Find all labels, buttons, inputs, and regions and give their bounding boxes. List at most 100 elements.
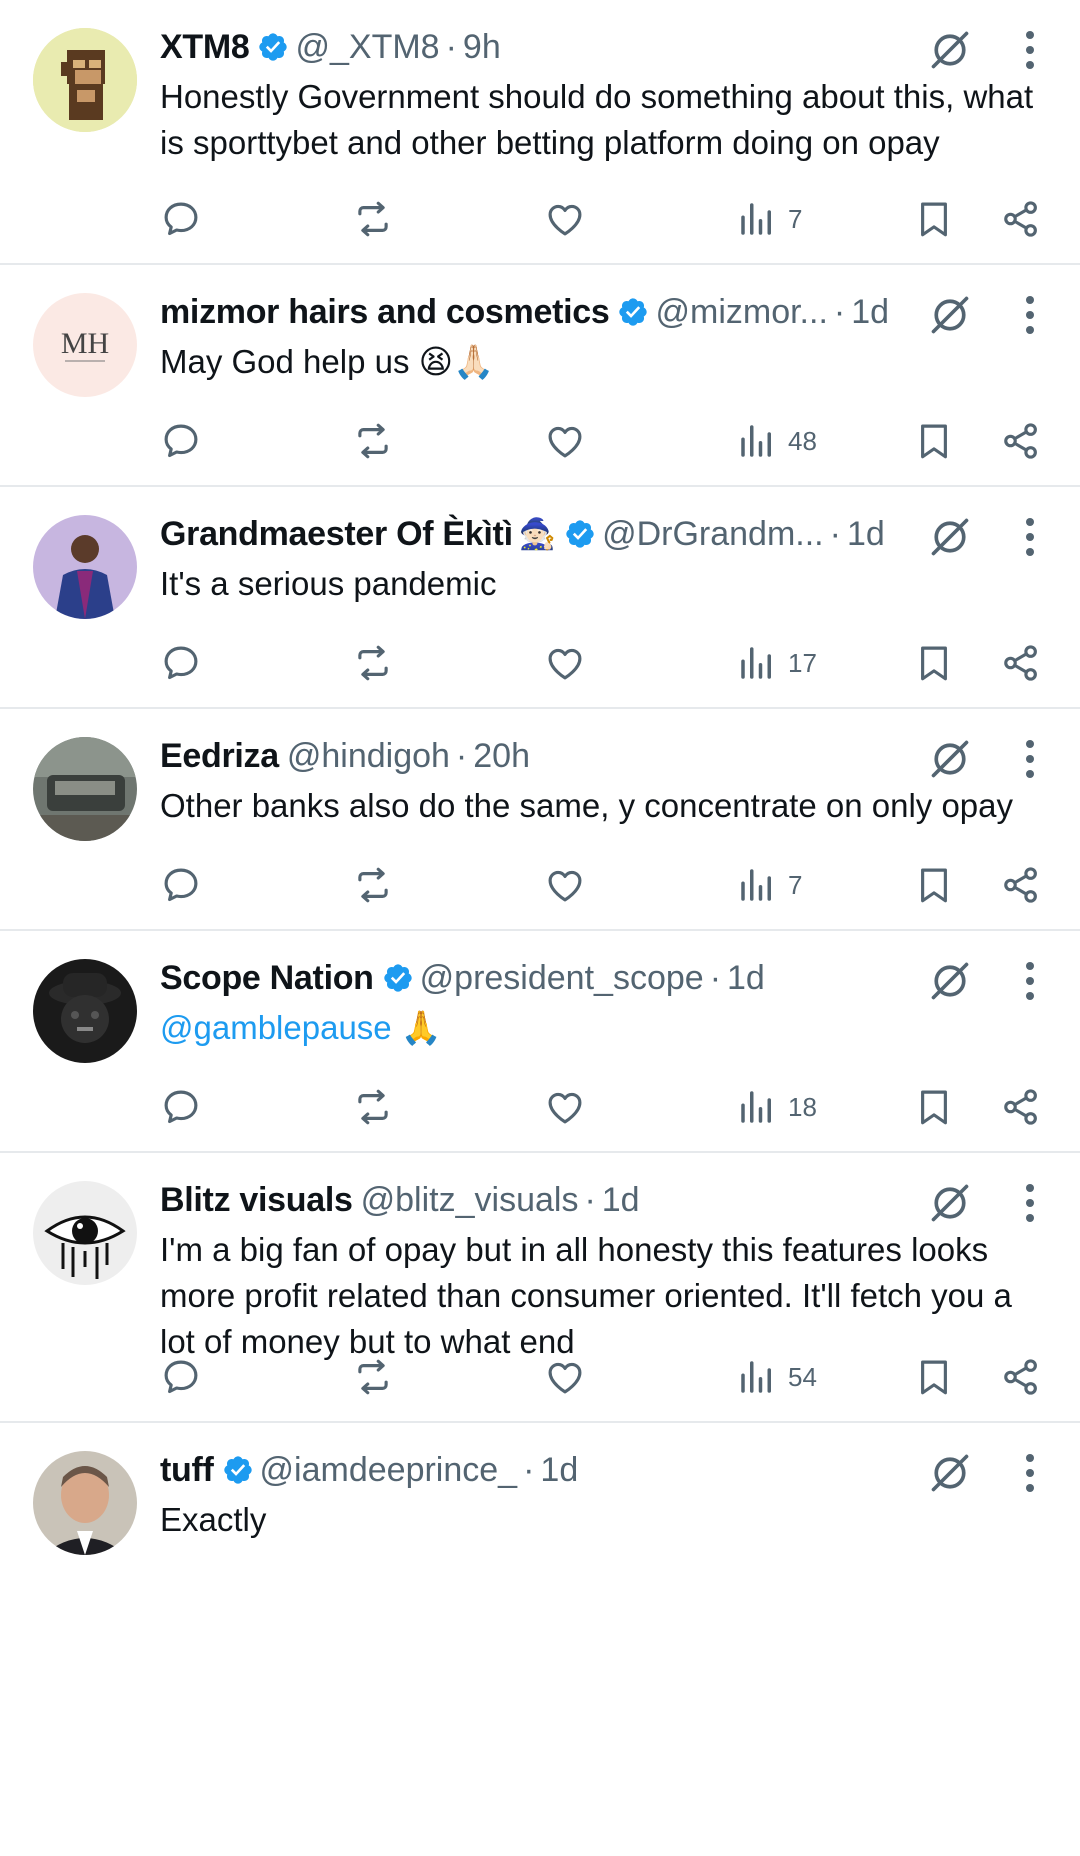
more-icon[interactable] — [1024, 517, 1036, 557]
views-button[interactable]: 18 — [736, 1085, 817, 1129]
reply-icon — [160, 1086, 202, 1128]
author-handle[interactable]: @mizmor... — [655, 293, 827, 332]
tweet[interactable]: tuff @iamdeeprince_ · 1d Exactly — [0, 1423, 1080, 1587]
grok-icon[interactable] — [928, 293, 972, 337]
tweet[interactable]: Eedriza @hindigoh · 20h Other banks also… — [0, 709, 1080, 931]
grok-icon[interactable] — [928, 959, 972, 1003]
tweet-text: Honestly Government should do something … — [160, 78, 1034, 161]
avatar[interactable] — [33, 959, 137, 1063]
bookmark-icon — [913, 864, 955, 906]
verified-badge-icon — [617, 296, 649, 328]
views-count: 17 — [788, 647, 817, 678]
reply-button[interactable] — [160, 1085, 202, 1129]
avatar[interactable] — [33, 1451, 137, 1555]
reply-button[interactable] — [160, 863, 202, 907]
more-icon[interactable] — [1024, 961, 1036, 1001]
timestamp[interactable]: 9h — [463, 28, 501, 67]
tweet[interactable]: Grandmaester Of Èkìtì 🧙🏻 @DrGrandm... · … — [0, 487, 1080, 709]
timestamp[interactable]: 20h — [473, 737, 530, 776]
grok-icon[interactable] — [928, 515, 972, 559]
like-button[interactable] — [544, 197, 586, 241]
retweet-button[interactable] — [352, 1085, 394, 1129]
more-icon[interactable] — [1024, 295, 1036, 335]
share-button[interactable] — [1000, 197, 1042, 241]
author-name[interactable]: Scope Nation — [160, 959, 374, 998]
tweet-text: It's a serious pandemic — [160, 565, 497, 602]
retweet-icon — [352, 420, 394, 462]
separator: · — [584, 1180, 596, 1219]
bookmark-button[interactable] — [913, 419, 955, 463]
retweet-icon — [352, 198, 394, 240]
tweet[interactable]: XTM8 @_XTM8 · 9h Honestly Government sho… — [0, 0, 1080, 265]
avatar[interactable] — [33, 28, 137, 132]
author-handle[interactable]: @_XTM8 — [295, 28, 439, 67]
mention-link[interactable]: @gamblepause — [160, 1009, 392, 1046]
views-icon — [736, 198, 778, 240]
avatar[interactable] — [33, 1181, 137, 1285]
share-button[interactable] — [1000, 641, 1042, 685]
timestamp[interactable]: 1d — [847, 515, 885, 554]
avatar[interactable] — [33, 737, 137, 841]
share-button[interactable] — [1000, 863, 1042, 907]
author-name[interactable]: XTM8 — [160, 28, 250, 67]
author-handle[interactable]: @hindigoh — [287, 737, 450, 776]
like-button[interactable] — [544, 419, 586, 463]
like-button[interactable] — [544, 641, 586, 685]
author-handle[interactable]: @iamdeeprince_ — [260, 1451, 518, 1490]
share-button[interactable] — [1000, 1085, 1042, 1129]
reply-button[interactable] — [160, 641, 202, 685]
tweet[interactable]: Scope Nation @president_scope · 1d @gamb… — [0, 931, 1080, 1153]
share-button[interactable] — [1000, 1355, 1042, 1399]
retweet-button[interactable] — [352, 863, 394, 907]
bookmark-button[interactable] — [913, 197, 955, 241]
author-name[interactable]: mizmor hairs and cosmetics — [160, 293, 610, 332]
timestamp[interactable]: 1d — [727, 959, 765, 998]
retweet-icon — [352, 864, 394, 906]
share-button[interactable] — [1000, 419, 1042, 463]
like-button[interactable] — [544, 863, 586, 907]
like-button[interactable] — [544, 1085, 586, 1129]
like-button[interactable] — [544, 1355, 586, 1399]
retweet-icon — [352, 1356, 394, 1398]
author-name[interactable]: Eedriza — [160, 737, 279, 776]
bookmark-button[interactable] — [913, 863, 955, 907]
avatar[interactable]: MH — [33, 293, 137, 397]
retweet-button[interactable] — [352, 197, 394, 241]
more-icon[interactable] — [1024, 1183, 1036, 1223]
views-button[interactable]: 54 — [736, 1355, 817, 1399]
bookmark-icon — [913, 642, 955, 684]
reply-button[interactable] — [160, 1355, 202, 1399]
more-icon[interactable] — [1024, 30, 1036, 70]
timestamp[interactable]: 1d — [851, 293, 889, 332]
more-icon[interactable] — [1024, 739, 1036, 779]
avatar[interactable] — [33, 515, 137, 619]
timestamp[interactable]: 1d — [540, 1451, 578, 1490]
tweet[interactable]: MH mizmor hairs and cosmetics @mizmor...… — [0, 265, 1080, 487]
retweet-button[interactable] — [352, 419, 394, 463]
retweet-button[interactable] — [352, 641, 394, 685]
author-name[interactable]: Blitz visuals — [160, 1181, 353, 1220]
grok-icon[interactable] — [928, 1451, 972, 1495]
reply-button[interactable] — [160, 197, 202, 241]
views-button[interactable]: 7 — [736, 863, 802, 907]
bookmark-button[interactable] — [913, 1355, 955, 1399]
views-button[interactable]: 17 — [736, 641, 817, 685]
author-handle[interactable]: @blitz_visuals — [361, 1181, 579, 1220]
timestamp[interactable]: 1d — [602, 1181, 640, 1220]
grok-icon[interactable] — [928, 737, 972, 781]
author-handle[interactable]: @DrGrandm... — [602, 515, 824, 554]
reply-button[interactable] — [160, 419, 202, 463]
grok-icon[interactable] — [928, 28, 972, 72]
more-icon[interactable] — [1024, 1453, 1036, 1493]
bookmark-button[interactable] — [913, 1085, 955, 1129]
views-button[interactable]: 48 — [736, 419, 817, 463]
retweet-button[interactable] — [352, 1355, 394, 1399]
bookmark-button[interactable] — [913, 641, 955, 685]
views-button[interactable]: 7 — [736, 197, 802, 241]
views-count: 7 — [788, 869, 803, 900]
author-handle[interactable]: @president_scope — [420, 959, 704, 998]
author-name[interactable]: Grandmaester Of Èkìtì — [160, 515, 513, 554]
tweet[interactable]: Blitz visuals @blitz_visuals · 1d I'm a … — [0, 1153, 1080, 1423]
grok-icon[interactable] — [928, 1181, 972, 1225]
author-name[interactable]: tuff — [160, 1451, 214, 1490]
